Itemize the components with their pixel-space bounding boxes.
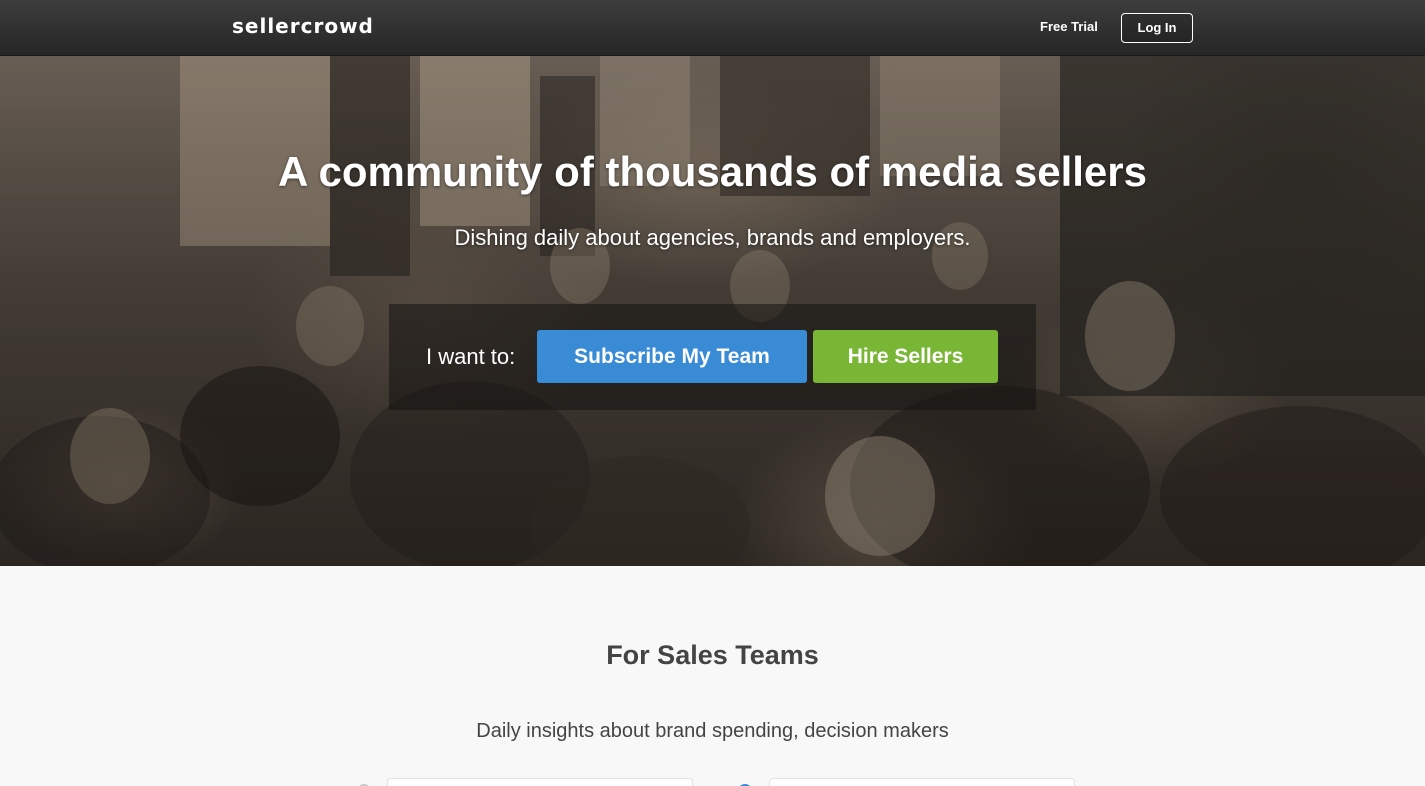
hero-title: A community of thousands of media seller… — [278, 148, 1147, 195]
sales-teams-description: Daily insights about brand spending, dec… — [476, 720, 949, 742]
sales-teams-heading: For Sales Teams — [606, 640, 819, 670]
top-navbar: sellercrowd Free Trial Log In — [0, 0, 1425, 56]
site-logo[interactable]: sellercrowd — [232, 14, 374, 38]
feature-card — [769, 778, 1075, 786]
free-trial-link[interactable]: Free Trial — [1040, 19, 1098, 34]
cta-label: I want to: — [426, 344, 516, 369]
feature-card — [387, 778, 693, 786]
login-button[interactable]: Log In — [1121, 13, 1193, 43]
hero-subtitle: Dishing daily about agencies, brands and… — [454, 225, 971, 250]
hire-sellers-button[interactable]: Hire Sellers — [813, 330, 998, 383]
subscribe-team-button[interactable]: Subscribe My Team — [537, 330, 807, 383]
